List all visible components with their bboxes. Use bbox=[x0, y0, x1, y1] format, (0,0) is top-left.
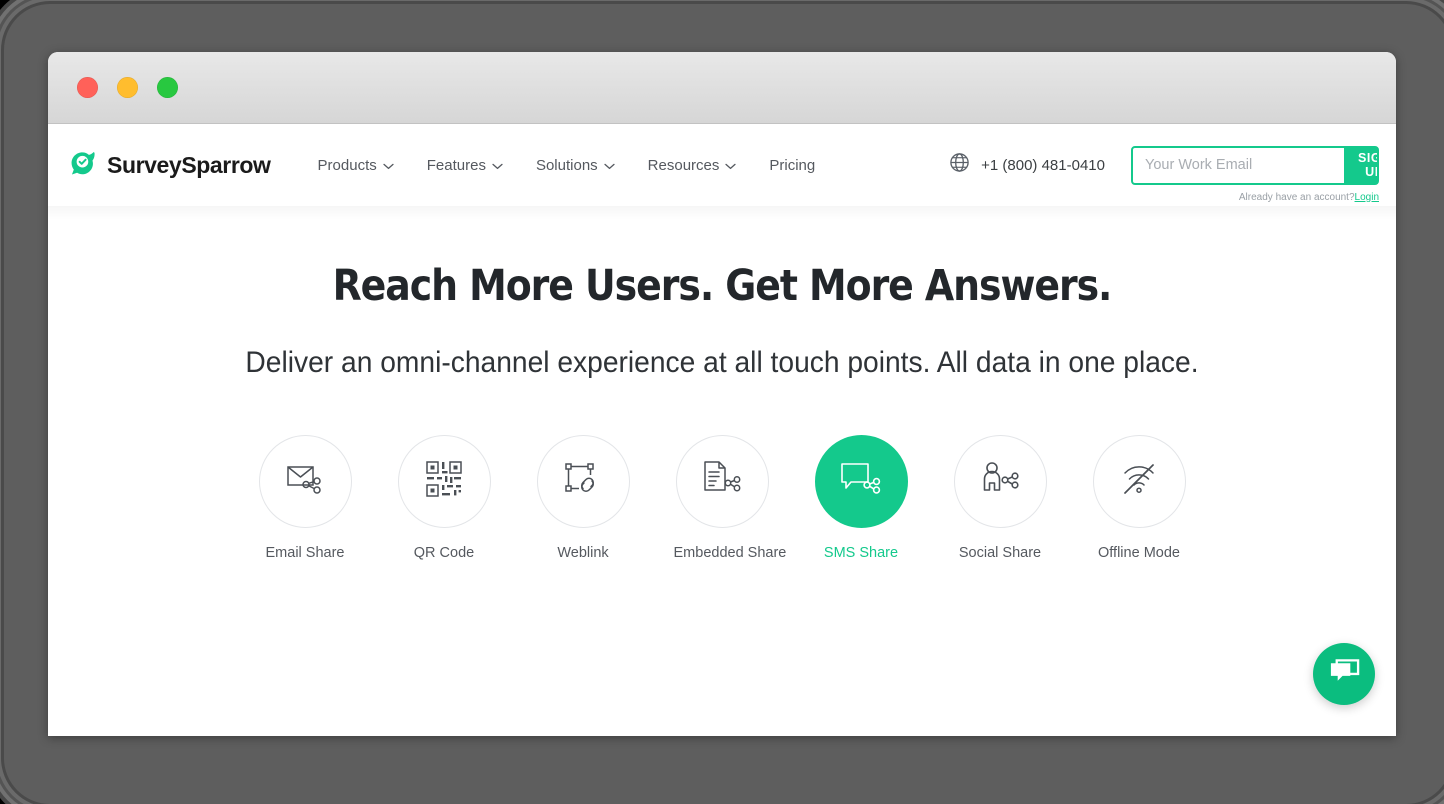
chevron-down-icon bbox=[725, 157, 737, 174]
work-email-input[interactable] bbox=[1133, 147, 1344, 183]
window-maximize-button[interactable] bbox=[157, 77, 178, 98]
nav-label: Solutions bbox=[535, 156, 598, 174]
channel-icon-wrap bbox=[814, 435, 908, 529]
browser-titlebar bbox=[48, 52, 1396, 124]
channel-social-share[interactable]: Social Share bbox=[952, 435, 1049, 561]
page-viewport: SurveySparrow Products Features Solution bbox=[48, 124, 1396, 736]
channel-icon-wrap bbox=[1092, 435, 1186, 529]
channel-sms-share[interactable]: SMS Share bbox=[813, 435, 910, 561]
channel-email-share[interactable]: Email Share bbox=[257, 435, 354, 561]
channel-label: Embedded Share bbox=[673, 545, 787, 562]
qr-code-icon bbox=[425, 460, 463, 503]
chat-widget-button[interactable] bbox=[1313, 643, 1375, 705]
nav-item-solutions[interactable]: Solutions bbox=[536, 157, 615, 174]
globe-icon bbox=[949, 152, 970, 178]
channel-offline-mode[interactable]: Offline Mode bbox=[1091, 435, 1188, 561]
brand-logo[interactable]: SurveySparrow bbox=[68, 148, 271, 183]
nav-item-features[interactable]: Features bbox=[427, 157, 503, 174]
channel-embedded-share[interactable]: Embedded Share bbox=[673, 435, 787, 562]
nav-item-pricing[interactable]: Pricing bbox=[769, 157, 815, 174]
sign-up-button[interactable]: SIGN UP bbox=[1344, 147, 1377, 183]
channel-label: Offline Mode bbox=[1098, 545, 1180, 562]
channel-qr-code[interactable]: QR Code bbox=[396, 435, 493, 561]
weblink-icon bbox=[563, 460, 603, 503]
offline-mode-icon bbox=[1119, 460, 1159, 503]
phone-number: +1 (800) 481-0410 bbox=[981, 156, 1105, 174]
window-minimize-button[interactable] bbox=[117, 77, 138, 98]
chevron-down-icon bbox=[383, 157, 394, 174]
hero-subtitle: Deliver an omni-channel experience at al… bbox=[245, 346, 1199, 380]
channel-icon-wrap bbox=[536, 435, 630, 529]
nav-item-resources[interactable]: Resources bbox=[648, 157, 737, 174]
social-share-icon bbox=[978, 459, 1022, 504]
phone-block[interactable]: +1 (800) 481-0410 bbox=[949, 152, 1105, 178]
nav-label: Pricing bbox=[769, 156, 816, 174]
nav-label: Products bbox=[317, 156, 377, 174]
sparrow-check-logo-icon bbox=[68, 148, 98, 183]
main-nav: Products Features Solutions Resources Pr… bbox=[318, 157, 816, 174]
nav-label: Resources bbox=[647, 156, 720, 174]
site-header: SurveySparrow Products Features Solution bbox=[48, 124, 1396, 220]
page-title: Reach More Users. Get More Answers. bbox=[332, 261, 1113, 311]
account-prompt-text: Already have an account? bbox=[1238, 191, 1355, 203]
channel-icon-wrap bbox=[953, 435, 1047, 529]
channel-row: Email Share QR Code Weblink Embedded Sha… bbox=[48, 435, 1396, 561]
nav-label: Features bbox=[426, 156, 486, 174]
account-prompt: Already have an account?Login bbox=[1239, 192, 1379, 203]
chat-bubble-icon bbox=[1328, 657, 1361, 692]
channel-icon-wrap bbox=[397, 435, 491, 529]
embedded-share-icon bbox=[701, 459, 743, 504]
browser-window: SurveySparrow Products Features Solution bbox=[48, 52, 1396, 736]
channel-icon-wrap bbox=[675, 435, 769, 529]
channel-label: Weblink bbox=[557, 545, 609, 562]
hero-section: Reach More Users. Get More Answers. Deli… bbox=[48, 206, 1396, 561]
channel-weblink[interactable]: Weblink bbox=[535, 435, 632, 561]
nav-item-products[interactable]: Products bbox=[318, 157, 394, 174]
sms-share-icon bbox=[838, 459, 884, 504]
channel-label: Email Share bbox=[265, 545, 345, 562]
window-close-button[interactable] bbox=[77, 77, 98, 98]
header-right: +1 (800) 481-0410 SIGN UP Already have a… bbox=[949, 145, 1379, 203]
signup-form: SIGN UP bbox=[1131, 145, 1379, 185]
channel-label: SMS Share bbox=[823, 545, 899, 562]
chevron-down-icon bbox=[492, 157, 503, 174]
brand-name: SurveySparrow bbox=[107, 151, 271, 178]
channel-icon-wrap bbox=[258, 435, 352, 529]
channel-label: Social Share bbox=[958, 545, 1042, 562]
login-link[interactable]: Login bbox=[1355, 192, 1379, 203]
channel-label: QR Code bbox=[413, 545, 475, 562]
chevron-down-icon bbox=[604, 157, 615, 174]
email-share-icon bbox=[283, 459, 327, 504]
